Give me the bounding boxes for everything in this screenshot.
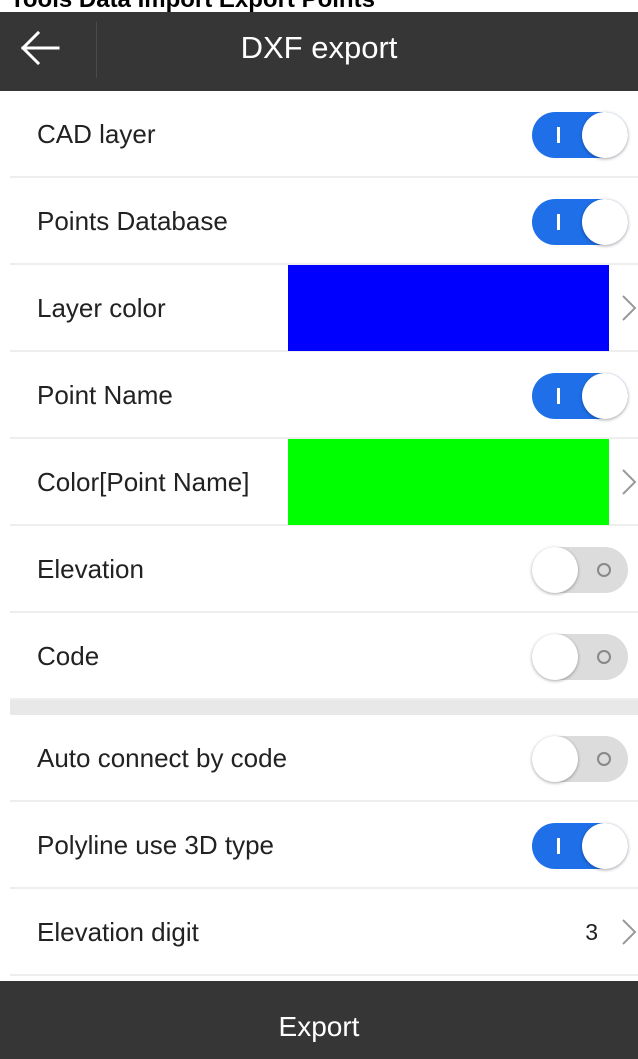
toggle-on-mark-icon — [557, 127, 560, 143]
header-divider — [96, 22, 97, 78]
row-elevation: Elevation — [10, 526, 638, 613]
cad-layer-toggle[interactable] — [532, 112, 628, 158]
point-name-label: Point Name — [37, 380, 173, 410]
toggle-off-mark-icon — [597, 650, 611, 664]
export-button[interactable]: Export — [0, 981, 638, 1059]
row-polyline-3d: Polyline use 3D type — [10, 802, 638, 889]
toggle-on-mark-icon — [557, 838, 560, 854]
section-separator — [10, 700, 638, 715]
toggle-off-mark-icon — [597, 563, 611, 577]
auto-connect-toggle[interactable] — [532, 736, 628, 782]
row-layer-color[interactable]: Layer color — [10, 265, 638, 352]
elevation-label: Elevation — [37, 554, 144, 584]
back-button[interactable] — [0, 12, 96, 91]
auto-connect-label: Auto connect by code — [37, 743, 288, 773]
toggle-off-mark-icon — [597, 752, 611, 766]
toggle-on-mark-icon — [557, 214, 560, 230]
row-point-name: Point Name — [10, 352, 638, 439]
code-toggle[interactable] — [532, 634, 628, 680]
top-text-strip: Tools Data Import Export Points — [0, 0, 638, 12]
layer-color-swatch[interactable] — [288, 265, 609, 351]
screen: Tools Data Import Export Points DXF expo… — [0, 0, 638, 1059]
back-arrow-icon — [20, 30, 60, 66]
elevation-toggle[interactable] — [532, 547, 628, 593]
chevron-right-icon — [622, 295, 637, 321]
settings-list: CAD layer Points Database Layer color Po… — [10, 91, 638, 976]
cad-layer-label: CAD layer — [37, 119, 156, 149]
toggle-on-mark-icon — [557, 388, 560, 404]
points-database-toggle[interactable] — [532, 199, 628, 245]
row-code: Code — [10, 613, 638, 700]
layer-color-label: Layer color — [37, 293, 166, 323]
toggle-knob — [532, 547, 578, 593]
chevron-right-icon — [622, 919, 637, 945]
toggle-knob — [532, 736, 578, 782]
toggle-knob — [582, 199, 628, 245]
top-strip-text: Tools Data Import Export Points — [10, 0, 375, 12]
row-elevation-digit[interactable]: Elevation digit 3 — [10, 889, 638, 976]
point-name-color-label: Color[Point Name] — [37, 467, 250, 497]
row-points-database: Points Database — [10, 178, 638, 265]
point-name-toggle[interactable] — [532, 373, 628, 419]
app-header: DXF export — [0, 12, 638, 91]
code-label: Code — [37, 641, 100, 671]
toggle-knob — [582, 373, 628, 419]
points-database-label: Points Database — [37, 206, 228, 236]
elevation-digit-label: Elevation digit — [37, 917, 199, 947]
chevron-right-icon — [622, 469, 637, 495]
toggle-knob — [582, 823, 628, 869]
elevation-digit-value: 3 — [585, 919, 598, 945]
point-name-color-swatch[interactable] — [288, 439, 609, 525]
row-point-name-color[interactable]: Color[Point Name] — [10, 439, 638, 526]
polyline-3d-toggle[interactable] — [532, 823, 628, 869]
row-cad-layer: CAD layer — [10, 91, 638, 178]
toggle-knob — [582, 112, 628, 158]
polyline-3d-label: Polyline use 3D type — [37, 830, 275, 860]
toggle-knob — [532, 634, 578, 680]
row-auto-connect: Auto connect by code — [10, 715, 638, 802]
